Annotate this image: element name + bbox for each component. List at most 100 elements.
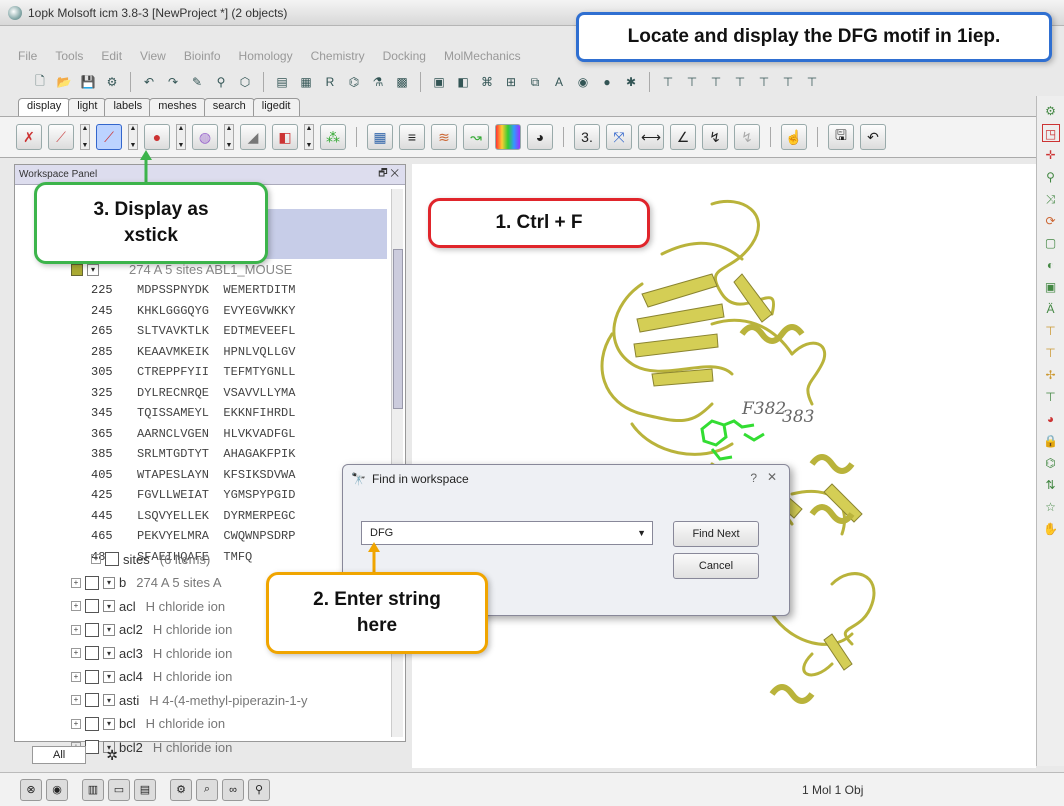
screenshot-icon[interactable]: 🖫 <box>828 124 854 150</box>
align-tool-icon[interactable]: ▦ <box>296 72 316 92</box>
tab-search[interactable]: search <box>203 98 255 116</box>
lock-icon[interactable]: 🔒 <box>1042 432 1060 450</box>
table-toggle-icon[interactable]: ▤ <box>134 778 156 801</box>
dropdown-icon[interactable]: ▾ <box>87 263 99 276</box>
tab-all[interactable]: All <box>32 746 87 764</box>
cancel-button[interactable]: Cancel <box>673 553 759 579</box>
fit-icon[interactable]: ⤧ <box>606 124 632 150</box>
options-icon[interactable]: ⚙ <box>170 778 192 801</box>
box-icon[interactable]: ▢ <box>1042 234 1060 252</box>
list-item[interactable]: + ▾ asti H 4-(4-methyl-piperazin-1-y <box>71 690 307 710</box>
tab-ligedit[interactable]: ligedit <box>252 98 300 116</box>
dropdown-icon[interactable]: ▾ <box>103 623 115 636</box>
expand-icon[interactable]: + <box>71 601 81 611</box>
hand-tool-icon[interactable]: ☝ <box>781 124 807 150</box>
spin-control[interactable]: ▲ ▼ <box>176 124 186 150</box>
molecule-right-icon[interactable]: ⌬ <box>1042 454 1060 472</box>
pin3-tool-icon[interactable]: ⊤ <box>706 72 726 92</box>
zoom-status-icon[interactable]: ⚲ <box>248 778 270 801</box>
translate-icon[interactable]: ⤨ <box>1042 190 1060 208</box>
cpk-display-icon[interactable]: ● <box>144 124 170 150</box>
rotate-tool-icon[interactable]: R <box>320 72 340 92</box>
stop-icon[interactable]: ⊗ <box>20 778 42 801</box>
pin-right-icon[interactable]: ⊤ <box>1042 322 1060 340</box>
clip-icon[interactable]: ◐ <box>1042 256 1060 274</box>
pin4-tool-icon[interactable]: ⊤ <box>730 72 750 92</box>
record-icon[interactable]: ◉ <box>46 778 68 801</box>
search-input[interactable]: DFG <box>370 527 393 539</box>
zoom-icon[interactable]: ⚲ <box>1042 168 1060 186</box>
scroll-thumb[interactable] <box>393 249 403 409</box>
menu-view[interactable]: View <box>140 49 166 63</box>
expand-icon[interactable]: + <box>71 648 81 658</box>
menu-docking[interactable]: Docking <box>383 49 426 63</box>
visibility-checkbox[interactable] <box>85 669 99 684</box>
dropdown-icon[interactable]: ▾ <box>103 717 115 730</box>
expand-icon[interactable]: + <box>71 718 81 729</box>
workspace-toggle-icon[interactable]: ▥ <box>82 778 104 801</box>
close-icon[interactable]: ✕ <box>767 470 777 484</box>
object-entry[interactable]: ▾ 274 A 5 sites ABL1_MOUSE <box>71 262 292 277</box>
new-file-icon[interactable]: 🗋 <box>30 72 50 92</box>
color-wheel-icon[interactable]: ◕ <box>1042 410 1060 428</box>
dropdown-icon[interactable]: ▾ <box>103 600 115 612</box>
list-item[interactable]: + sites (6 items) <box>91 549 210 569</box>
workspace-scrollbar[interactable] <box>391 189 403 737</box>
open-folder-icon[interactable]: 📂 <box>54 72 74 92</box>
sort-icon[interactable]: ⇅ <box>1042 476 1060 494</box>
expand-icon[interactable]: + <box>71 577 81 588</box>
torsion-icon[interactable]: ↯ <box>702 124 728 150</box>
expand-icon[interactable]: + <box>71 695 81 705</box>
reset-view-icon[interactable]: ↶ <box>860 124 886 150</box>
chemistry-tool-icon[interactable]: ⌬ <box>344 72 364 92</box>
workspace-close-icon[interactable]: 🗗 ✕ <box>378 166 399 183</box>
color-display-icon[interactable]: ⁂ <box>320 124 346 150</box>
slab-icon[interactable]: ▣ <box>1042 278 1060 296</box>
clear-measure-icon[interactable]: ↯ <box>734 124 760 150</box>
select-icon[interactable]: ◳ <box>1041 124 1060 142</box>
grid-display-icon[interactable]: ▦ <box>367 124 393 150</box>
list-item[interactable]: + ▾ acl2 H chloride ion <box>71 620 232 640</box>
list-item[interactable]: + ▾ acl4 H chloride ion <box>71 667 232 687</box>
pin-right4-icon[interactable]: ⊤ <box>1042 388 1060 406</box>
hand-icon[interactable]: ✋ <box>1042 520 1060 538</box>
pin6-tool-icon[interactable]: ⊤ <box>778 72 798 92</box>
angle-icon[interactable]: ∠ <box>670 124 696 150</box>
xstick-display-icon[interactable]: ⟋ <box>96 124 122 150</box>
pin2-tool-icon[interactable]: ⊤ <box>682 72 702 92</box>
help-icon[interactable]: ? <box>750 471 757 485</box>
spin-control[interactable]: ▲ ▼ <box>80 124 90 150</box>
star-icon[interactable]: ☆ <box>1042 498 1060 516</box>
molecule-tool-icon[interactable]: ✱ <box>621 72 641 92</box>
gear-icon[interactable]: ⚙ <box>1042 102 1060 120</box>
visibility-checkbox[interactable] <box>85 716 99 731</box>
homology-tool-icon[interactable]: ▤ <box>272 72 292 92</box>
undisplay-icon[interactable]: ✗ <box>16 124 42 150</box>
list-item[interactable]: + ▾ b 274 A 5 sites A <box>71 573 222 593</box>
tab-display[interactable]: display <box>18 98 71 116</box>
list-item[interactable]: + ▾ acl H chloride ion <box>71 596 225 616</box>
surface-display-icon[interactable]: ◍ <box>192 124 218 150</box>
redo-icon[interactable]: ↷ <box>163 72 183 92</box>
spin-control[interactable]: ▲ ▼ <box>304 124 314 150</box>
find-next-button[interactable]: Find Next <box>673 521 759 547</box>
table-tool-icon[interactable]: ⊞ <box>501 72 521 92</box>
sphere-tool-icon[interactable]: ● <box>597 72 617 92</box>
molecule-tab-icon[interactable]: ✲ <box>106 747 118 764</box>
list-item[interactable]: + ▾ bcl H chloride ion <box>71 714 225 734</box>
ligand-tool-icon[interactable]: ⚗ <box>368 72 388 92</box>
window-tool-icon[interactable]: ⧉ <box>525 72 545 92</box>
search-molecule-icon[interactable]: ⚲ <box>211 72 231 92</box>
visibility-checkbox[interactable] <box>85 693 99 707</box>
tab-labels[interactable]: labels <box>104 98 152 116</box>
pin7-tool-icon[interactable]: ⊤ <box>802 72 822 92</box>
ligand-icon[interactable]: ⬡ <box>235 72 255 92</box>
chevron-down-icon[interactable]: ▼ <box>637 528 646 538</box>
dropdown-icon[interactable]: ▾ <box>103 694 115 706</box>
color-tool-icon[interactable]: ◉ <box>573 72 593 92</box>
strand-display-icon[interactable]: ≡ <box>399 124 425 150</box>
tab-meshes[interactable]: meshes <box>149 98 206 116</box>
menu-edit[interactable]: Edit <box>101 49 122 63</box>
view-tool-icon[interactable]: ▣ <box>429 72 449 92</box>
search-combobox[interactable]: DFG ▼ <box>361 521 653 545</box>
